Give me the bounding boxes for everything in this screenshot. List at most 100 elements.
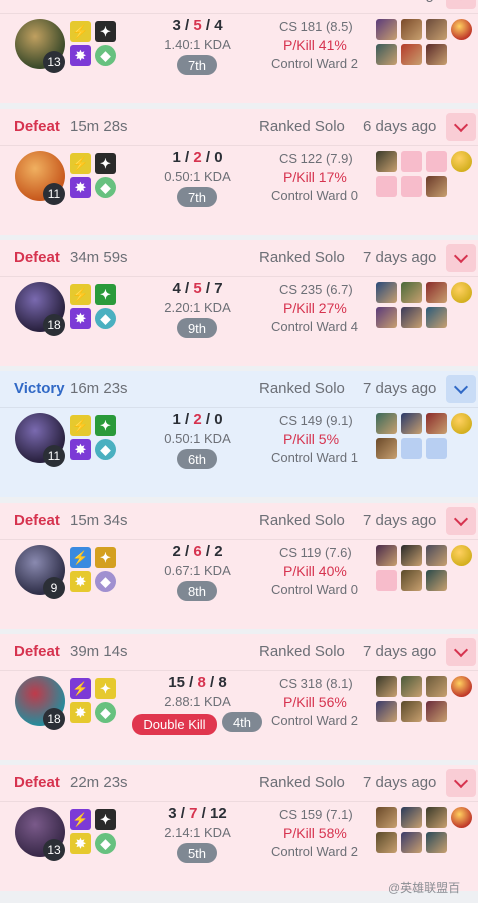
match-card[interactable]: Defeat 21m 24s Ranked Solo 9 hours ago 1…: [0, 0, 478, 103]
summoner-spell-icon[interactable]: ⚡: [70, 415, 91, 436]
creep-score: CS 318 (8.1): [279, 676, 353, 691]
item-icon[interactable]: [426, 545, 447, 566]
item-icon[interactable]: [401, 19, 422, 40]
match-duration: 34m 59s: [70, 249, 128, 266]
item-icon[interactable]: [426, 570, 447, 591]
keystone-rune-icon[interactable]: ✸: [70, 571, 91, 592]
summoner-spell-icon[interactable]: ⚡: [70, 678, 91, 699]
summoner-spell-icon[interactable]: ✦: [95, 809, 116, 830]
match-card[interactable]: Defeat 22m 23s Ranked Solo 7 days ago 13…: [0, 765, 478, 891]
item-icon[interactable]: [426, 413, 447, 434]
summoner-spell-icon[interactable]: ✦: [95, 284, 116, 305]
match-card[interactable]: Defeat 15m 34s Ranked Solo 7 days ago 9 …: [0, 503, 478, 629]
kda-score: 3 / 7 / 12: [168, 805, 227, 822]
item-icon[interactable]: [376, 807, 397, 828]
trinket-icon[interactable]: [451, 151, 472, 172]
kills: 15: [168, 674, 185, 691]
expand-button[interactable]: [446, 375, 476, 403]
item-icon[interactable]: [401, 676, 422, 697]
secondary-rune-icon[interactable]: ◆: [95, 833, 116, 854]
item-icon[interactable]: [376, 832, 397, 853]
item-icon[interactable]: [376, 701, 397, 722]
trinket-icon[interactable]: [451, 413, 472, 434]
empty-item-slot: [376, 570, 397, 591]
summoner-spell-icon[interactable]: ⚡: [70, 21, 91, 42]
match-card[interactable]: Victory 16m 23s Ranked Solo 7 days ago 1…: [0, 371, 478, 497]
summoner-spell-icon[interactable]: ✦: [95, 415, 116, 436]
secondary-rune-icon[interactable]: ◆: [95, 308, 116, 329]
keystone-rune-icon[interactable]: ✸: [70, 702, 91, 723]
summoner-spell-icon[interactable]: ⚡: [70, 284, 91, 305]
item-icon[interactable]: [401, 307, 422, 328]
match-card[interactable]: Defeat 15m 28s Ranked Solo 6 days ago 11…: [0, 109, 478, 235]
secondary-rune-icon[interactable]: ◆: [95, 177, 116, 198]
item-icon[interactable]: [376, 282, 397, 303]
item-icon[interactable]: [426, 307, 447, 328]
trinket-icon[interactable]: [451, 807, 472, 828]
summoner-spell-icon[interactable]: ⚡: [70, 809, 91, 830]
item-icon[interactable]: [401, 282, 422, 303]
match-header: Defeat 21m 24s Ranked Solo 9 hours ago: [0, 0, 478, 14]
expand-button[interactable]: [446, 0, 476, 9]
champion-level-badge: 13: [43, 839, 65, 861]
trinket-icon[interactable]: [451, 676, 472, 697]
secondary-rune-icon[interactable]: ◆: [95, 571, 116, 592]
keystone-rune-icon[interactable]: ✸: [70, 439, 91, 460]
match-duration: 21m 24s: [70, 0, 128, 3]
kda-ratio: 0.50:1 KDA: [164, 169, 231, 184]
item-icon[interactable]: [426, 44, 447, 65]
item-icon[interactable]: [401, 413, 422, 434]
item-icon[interactable]: [401, 44, 422, 65]
summoner-spell-icon[interactable]: ✦: [95, 678, 116, 699]
keystone-rune-icon[interactable]: ✸: [70, 177, 91, 198]
item-icon[interactable]: [401, 701, 422, 722]
control-ward-count: Control Ward 0: [271, 582, 358, 597]
keystone-rune-icon[interactable]: ✸: [70, 45, 91, 66]
item-icon[interactable]: [426, 282, 447, 303]
item-icon[interactable]: [426, 19, 447, 40]
match-header: Victory 16m 23s Ranked Solo 7 days ago: [0, 371, 478, 408]
match-card[interactable]: Defeat 34m 59s Ranked Solo 7 days ago 18…: [0, 240, 478, 366]
item-icon[interactable]: [426, 807, 447, 828]
secondary-rune-icon[interactable]: ◆: [95, 702, 116, 723]
item-icon[interactable]: [376, 151, 397, 172]
summoner-spell-icon[interactable]: ✦: [95, 547, 116, 568]
item-icon[interactable]: [376, 545, 397, 566]
secondary-rune-icon[interactable]: ◆: [95, 45, 116, 66]
item-icon[interactable]: [401, 545, 422, 566]
keystone-rune-icon[interactable]: ✸: [70, 308, 91, 329]
expand-button[interactable]: [446, 769, 476, 797]
queue-type: Ranked Solo: [259, 118, 345, 135]
summoner-spell-icon[interactable]: ✦: [95, 153, 116, 174]
summoner-spell-icon[interactable]: ⚡: [70, 153, 91, 174]
item-icon[interactable]: [376, 438, 397, 459]
expand-button[interactable]: [446, 638, 476, 666]
kda-ratio: 2.14:1 KDA: [164, 825, 231, 840]
item-icon[interactable]: [401, 807, 422, 828]
item-icon[interactable]: [426, 676, 447, 697]
item-icon[interactable]: [426, 176, 447, 197]
queue-type: Ranked Solo: [259, 774, 345, 791]
trinket-icon[interactable]: [451, 282, 472, 303]
trinket-icon[interactable]: [451, 19, 472, 40]
item-icon[interactable]: [376, 19, 397, 40]
item-icon[interactable]: [376, 307, 397, 328]
expand-button[interactable]: [446, 244, 476, 272]
item-icon[interactable]: [376, 676, 397, 697]
summoner-spell-icon[interactable]: ✦: [95, 21, 116, 42]
time-ago: 7 days ago: [363, 512, 437, 529]
item-icon[interactable]: [401, 570, 422, 591]
placement-badge: 8th: [177, 581, 217, 601]
trinket-icon[interactable]: [451, 545, 472, 566]
item-icon[interactable]: [401, 832, 422, 853]
match-card[interactable]: Defeat 39m 14s Ranked Solo 7 days ago 18…: [0, 634, 478, 760]
item-icon[interactable]: [376, 413, 397, 434]
expand-button[interactable]: [446, 507, 476, 535]
item-icon[interactable]: [376, 44, 397, 65]
secondary-rune-icon[interactable]: ◆: [95, 439, 116, 460]
summoner-spell-icon[interactable]: ⚡: [70, 547, 91, 568]
item-icon[interactable]: [426, 832, 447, 853]
keystone-rune-icon[interactable]: ✸: [70, 833, 91, 854]
item-icon[interactable]: [426, 701, 447, 722]
expand-button[interactable]: [446, 113, 476, 141]
